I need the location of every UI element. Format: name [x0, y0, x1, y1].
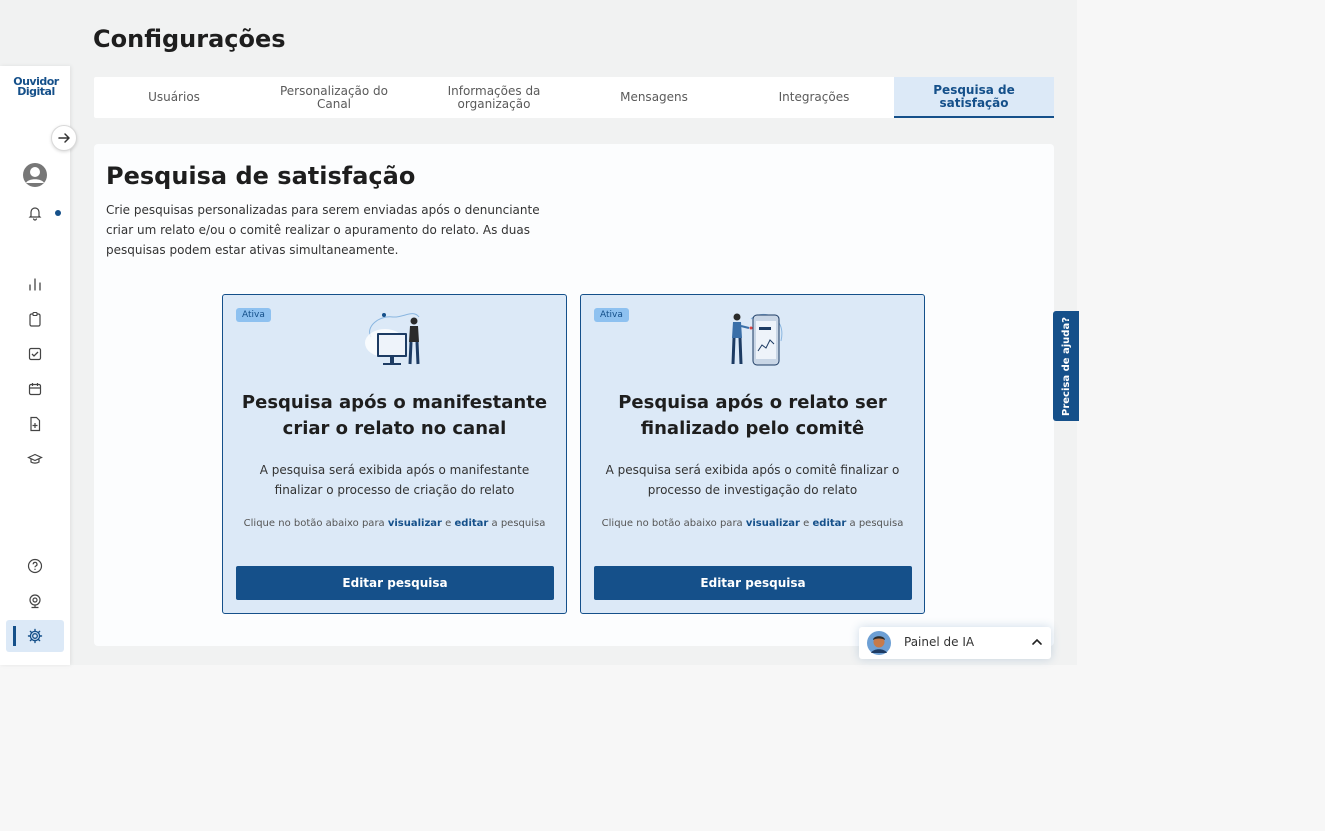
survey-card-after-report-finalized: Ativa Pesquisa após o relato ser finaliz… [580, 294, 925, 614]
person-at-computer-illustration [365, 313, 420, 365]
settings-tabs: Usuários Personalização do Canal Informa… [94, 77, 1054, 118]
person-with-phone-illustration [731, 313, 783, 366]
ai-assistant-avatar-icon [867, 631, 891, 655]
user-avatar-icon[interactable] [22, 162, 48, 188]
tab-mensagens[interactable]: Mensagens [574, 77, 734, 118]
edit-survey-button[interactable]: Editar pesquisa [594, 566, 912, 600]
sidebar-item-dashboard[interactable] [23, 272, 47, 296]
bell-icon [28, 207, 42, 221]
sidebar-item-reports[interactable] [23, 307, 47, 331]
status-badge: Ativa [594, 308, 629, 322]
ai-panel-label: Painel de IA [904, 635, 975, 649]
page-title: Configurações [93, 25, 286, 53]
tab-personalizacao-canal[interactable]: Personalização do Canal [254, 77, 414, 118]
card-description: A pesquisa será exibida após o manifesta… [259, 463, 530, 497]
sidebar-item-notifications[interactable] [23, 201, 47, 225]
logo-line2: Digital [17, 85, 55, 98]
edit-survey-button[interactable]: Editar pesquisa [236, 566, 554, 600]
help-circle-icon [27, 558, 43, 574]
survey-card-after-report-created: Ativa Pesquisa após o manifestante criar… [222, 294, 567, 614]
file-plus-icon [30, 416, 41, 432]
gear-icon [27, 628, 43, 644]
sidebar-item-tasks[interactable] [23, 342, 47, 366]
tab-integracoes[interactable]: Integrações [734, 77, 894, 118]
logo[interactable]: Ouvidor Digital [11, 76, 61, 98]
tab-usuarios[interactable]: Usuários [94, 77, 254, 118]
sidebar-expand-button[interactable] [51, 125, 77, 151]
sidebar-item-settings[interactable] [6, 620, 64, 652]
clipboard-icon [29, 311, 41, 327]
calendar-icon [28, 383, 42, 396]
card-title: Pesquisa após o relato ser finalizado pe… [618, 392, 887, 439]
chevron-up-icon[interactable] [1031, 636, 1043, 648]
satisfaction-survey-panel: Pesquisa de satisfação Crie pesquisas pe… [94, 144, 1054, 646]
sidebar-item-calendar[interactable] [23, 377, 47, 401]
tab-pesquisa-satisfacao[interactable]: Pesquisa de satisfação [894, 77, 1054, 118]
sidebar-item-webinar[interactable] [23, 589, 47, 613]
card-description: A pesquisa será exibida após o comitê fi… [605, 463, 900, 497]
help-tab-label: Precisa de ajuda? [1060, 316, 1072, 416]
active-indicator [13, 626, 16, 646]
arrow-right-icon [58, 133, 70, 143]
help-tab[interactable]: Precisa de ajuda? [1053, 311, 1079, 421]
panel-description: Crie pesquisas personalizadas para serem… [106, 203, 540, 257]
checkbox-icon [28, 347, 42, 361]
card-hint: Clique no botão abaixo para visualizar e… [601, 518, 904, 529]
card-title: Pesquisa após o manifestante criar o rel… [241, 392, 548, 439]
notification-dot [55, 210, 61, 216]
app-window: Ouvidor Digital Configurações Usuários P… [0, 0, 1079, 665]
graduation-cap-icon [27, 453, 43, 464]
card-hint: Clique no botão abaixo para visualizar e… [243, 518, 546, 529]
webcam-icon [29, 594, 41, 609]
sidebar-item-training[interactable] [23, 447, 47, 471]
sidebar: Ouvidor Digital [0, 66, 77, 665]
ai-panel[interactable]: Painel de IA [859, 627, 1051, 659]
chart-icon [29, 278, 41, 291]
sidebar-item-documents[interactable] [23, 412, 47, 436]
sidebar-item-help[interactable] [23, 554, 47, 578]
status-badge: Ativa [236, 308, 271, 322]
tab-informacoes-organizacao[interactable]: Informações da organização [414, 77, 574, 118]
panel-title: Pesquisa de satisfação [106, 162, 416, 190]
